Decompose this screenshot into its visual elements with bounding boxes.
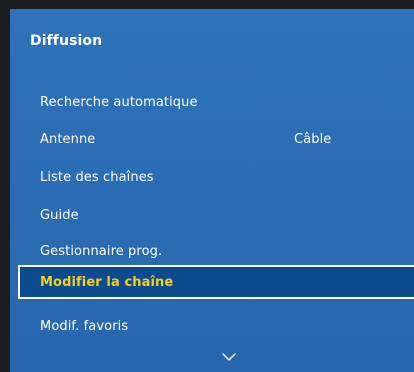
chevron-down-icon[interactable] [220,350,238,364]
chevron-down-shape [222,353,236,361]
menu-item-guide[interactable]: Guide [20,197,414,233]
menu-item-label: Guide [40,207,79,223]
menu-item-label: Recherche automatique [40,94,198,110]
menu-item-schedule-manager[interactable]: Gestionnaire prog. [20,233,414,269]
menu-item-label: Liste des chaînes [40,169,154,185]
menu-item-channel-list[interactable]: Liste des chaînes [20,159,414,195]
menu-item-label: Modif. favoris [40,318,129,334]
menu-item-auto-search[interactable]: Recherche automatique [20,84,414,120]
tv-screen: Diffusion Recherche automatique Antenne … [0,0,414,372]
menu-item-edit-channel[interactable]: Modifier la chaîne [18,265,414,299]
menu-item-label: Modifier la chaîne [40,274,174,290]
menu-title: Diffusion [30,33,103,49]
menu-item-label: Antenne [40,131,96,147]
menu-item-antenna[interactable]: Antenne Câble [20,121,414,157]
menu-item-label: Gestionnaire prog. [40,243,163,259]
antenna-value: Câble [294,131,332,147]
menu-item-edit-favorites[interactable]: Modif. favoris [20,308,414,344]
broadcast-menu-panel: Diffusion Recherche automatique Antenne … [10,9,414,372]
